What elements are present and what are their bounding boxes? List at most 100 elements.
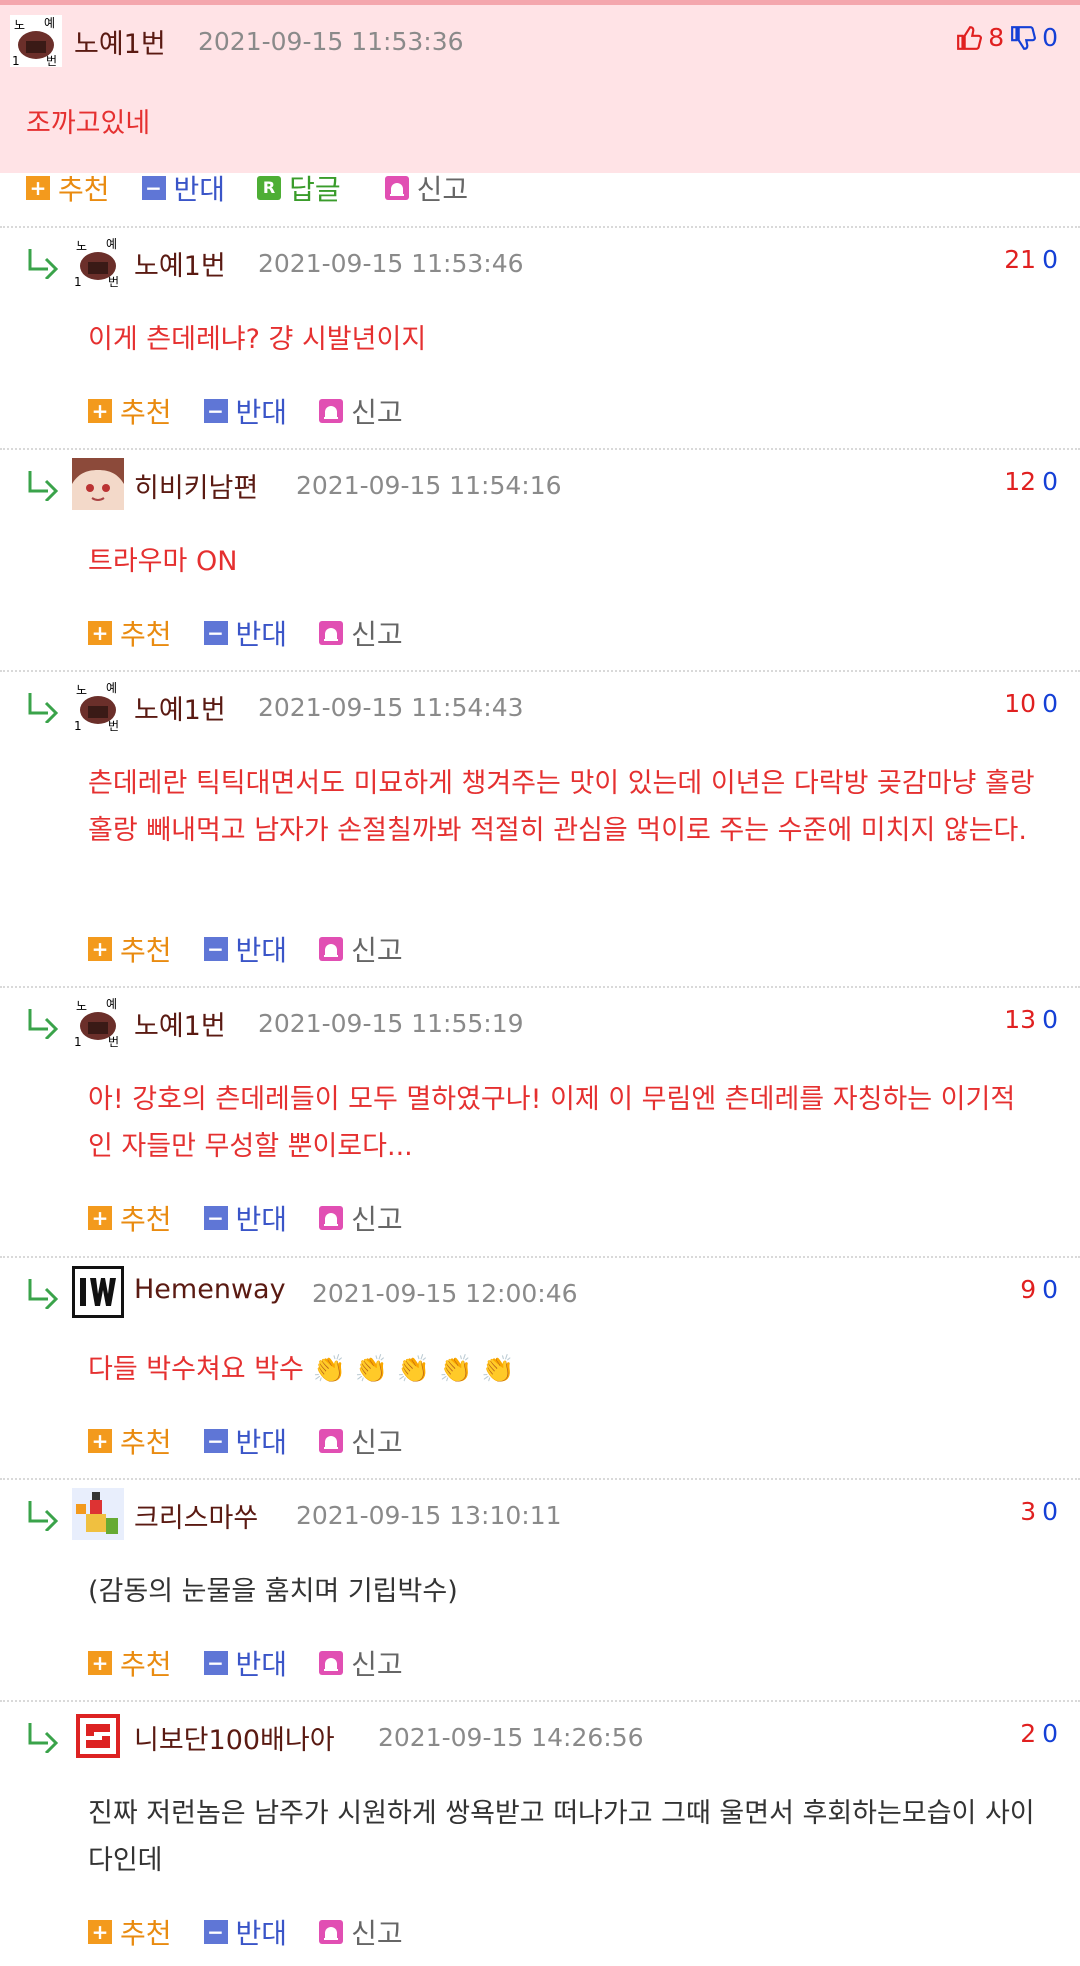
upvote-count: 21 — [1004, 245, 1037, 274]
report-button[interactable]: 신고 — [319, 613, 403, 653]
recommend-button[interactable]: + 추천 — [88, 1198, 172, 1238]
comment-actions: + 추천 − 반대 신고 — [88, 1912, 435, 1952]
doll-avatar-icon[interactable]: 노 예 1 번 — [10, 15, 62, 67]
timestamp: 2021-09-15 11:53:46 — [258, 249, 524, 278]
recommend-button[interactable]: + 추천 — [26, 168, 110, 208]
downvote-count: 0 — [1042, 1719, 1058, 1748]
recommend-button[interactable]: + 추천 — [88, 391, 172, 431]
timestamp: 2021-09-15 13:10:11 — [296, 1501, 562, 1530]
timestamp: 2021-09-15 12:00:46 — [312, 1279, 578, 1308]
downvote-count: 0 — [1042, 1005, 1058, 1034]
comment-text: 츤데레란 틱틱대면서도 미묘하게 챙겨주는 맛이 있는데 이년은 다락방 곶감마… — [88, 768, 1035, 846]
minus-icon: − — [203, 399, 228, 423]
oppose-button[interactable]: − 반대 — [203, 1198, 287, 1238]
siren-icon — [319, 399, 344, 423]
upvote-count: 13 — [1004, 1005, 1037, 1034]
svg-text:예: 예 — [106, 237, 117, 251]
comment-actions: + 추천 − 반대 신고 — [88, 391, 435, 431]
upvote-count: 2 — [1020, 1719, 1037, 1748]
recommend-button[interactable]: + 추천 — [88, 929, 172, 969]
pixel-character-avatar-icon[interactable] — [72, 1488, 124, 1540]
upvote-count: 10 — [1004, 689, 1037, 718]
nickname[interactable]: 노예1번 — [134, 688, 226, 727]
report-button[interactable]: 신고 — [319, 929, 403, 969]
report-button[interactable]: 신고 — [384, 168, 468, 208]
downvote-count: 0 — [1042, 467, 1058, 496]
reply-arrow-icon — [28, 1501, 59, 1531]
plus-icon: + — [88, 1920, 112, 1944]
nickname[interactable]: 히비키남편 — [134, 466, 258, 505]
nickname[interactable]: Hemenway — [134, 1274, 286, 1305]
report-button[interactable]: 신고 — [319, 391, 403, 431]
svg-text:노: 노 — [76, 683, 87, 697]
recommend-button[interactable]: + 추천 — [88, 1421, 172, 1461]
reply-arrow-icon — [28, 1279, 59, 1309]
comment-item: 노 예 1 번 노예1번 2021-09-15 11:53:36 8 0 조까고… — [0, 5, 1080, 173]
vote-count: 2 0 — [1020, 1719, 1058, 1748]
minus-icon: − — [203, 1920, 228, 1944]
vote-count: 8 0 — [956, 23, 1058, 52]
timestamp: 2021-09-15 11:53:36 — [198, 27, 464, 56]
report-button[interactable]: 신고 — [319, 1912, 403, 1952]
oppose-button[interactable]: − 반대 — [203, 1643, 287, 1683]
nickname[interactable]: 크리스마쑤 — [134, 1496, 258, 1535]
reply-arrow-icon — [28, 693, 59, 723]
red-stamp-avatar-icon[interactable] — [72, 1710, 124, 1762]
comment-actions: + 추천 − 반대 신고 — [88, 1643, 435, 1683]
reply-arrow-icon — [28, 471, 59, 501]
vote-count: 10 0 — [1004, 689, 1058, 718]
comment-text: 아! 강호의 츤데레들이 모두 멸하였구나! 이제 이 무림엔 츤데레를 자칭하… — [88, 1084, 1016, 1162]
nickname[interactable]: 니보단100배나아 — [134, 1718, 335, 1757]
recommend-button[interactable]: + 추천 — [88, 1912, 172, 1952]
upvote-count: 3 — [1020, 1497, 1037, 1526]
reply-icon: R — [257, 176, 282, 200]
oppose-button[interactable]: − 반대 — [203, 929, 287, 969]
upvote-count: 9 — [1020, 1275, 1037, 1304]
w-logo-avatar-icon[interactable] — [72, 1266, 124, 1318]
oppose-button[interactable]: − 반대 — [141, 168, 225, 208]
minus-icon: − — [141, 176, 166, 200]
svg-text:예: 예 — [44, 16, 55, 30]
svg-text:1: 1 — [74, 719, 82, 732]
siren-icon — [319, 1206, 344, 1230]
nickname[interactable]: 노예1번 — [74, 22, 166, 61]
report-button[interactable]: 신고 — [319, 1643, 403, 1683]
comment-text: 다들 박수쳐요 박수 👏 👏 👏 👏 👏 — [88, 1354, 515, 1385]
anime-girl-avatar-icon[interactable] — [72, 458, 124, 510]
recommend-button[interactable]: + 추천 — [88, 1643, 172, 1683]
comment-text: 트라우마 ON — [88, 546, 238, 577]
timestamp: 2021-09-15 14:26:56 — [378, 1723, 644, 1752]
oppose-button[interactable]: − 반대 — [203, 613, 287, 653]
report-button[interactable]: 신고 — [319, 1421, 403, 1461]
oppose-button[interactable]: − 반대 — [203, 391, 287, 431]
vote-count: 9 0 — [1020, 1275, 1058, 1304]
svg-text:번: 번 — [108, 1035, 119, 1048]
plus-icon: + — [88, 621, 112, 645]
comment-actions: + 추천 − 반대 R 답글 신고 — [26, 168, 500, 208]
doll-avatar-icon[interactable]: 노 예 1 번 — [72, 236, 124, 288]
comment-item: 크리스마쑤 2021-09-15 13:10:11 3 0 (감동의 눈물을 훔… — [0, 1480, 1080, 1702]
timestamp: 2021-09-15 11:55:19 — [258, 1009, 524, 1038]
plus-icon: + — [88, 1651, 112, 1675]
comment-item: 니보단100배나아 2021-09-15 14:26:56 2 0 진짜 저런놈… — [0, 1702, 1080, 1966]
svg-text:번: 번 — [108, 275, 119, 288]
doll-avatar-icon[interactable]: 노 예 1 번 — [72, 996, 124, 1048]
svg-text:노: 노 — [76, 999, 87, 1013]
vote-count: 3 0 — [1020, 1497, 1058, 1526]
minus-icon: − — [203, 1429, 228, 1453]
comment-text: 이게 츤데레냐? 걍 시발년이지 — [88, 324, 427, 355]
oppose-button[interactable]: − 반대 — [203, 1421, 287, 1461]
oppose-button[interactable]: − 반대 — [203, 1912, 287, 1952]
comment-item: 히비키남편 2021-09-15 11:54:16 12 0 트라우마 ON +… — [0, 450, 1080, 672]
timestamp: 2021-09-15 11:54:43 — [258, 693, 524, 722]
recommend-button[interactable]: + 추천 — [88, 613, 172, 653]
comment-text: 진짜 저런놈은 남주가 시원하게 쌍욕받고 떠나가고 그때 울면서 후회하는모습… — [88, 1798, 1035, 1876]
comment-item: 노 예 1 번 노예1번 2021-09-15 11:53:46 21 0 이게… — [0, 228, 1080, 450]
reply-button[interactable]: R 답글 — [257, 168, 341, 208]
report-button[interactable]: 신고 — [319, 1198, 403, 1238]
svg-text:1: 1 — [74, 275, 82, 288]
downvote-count: 0 — [1042, 1275, 1058, 1304]
nickname[interactable]: 노예1번 — [134, 1004, 226, 1043]
nickname[interactable]: 노예1번 — [134, 244, 226, 283]
doll-avatar-icon[interactable]: 노 예 1 번 — [72, 680, 124, 732]
